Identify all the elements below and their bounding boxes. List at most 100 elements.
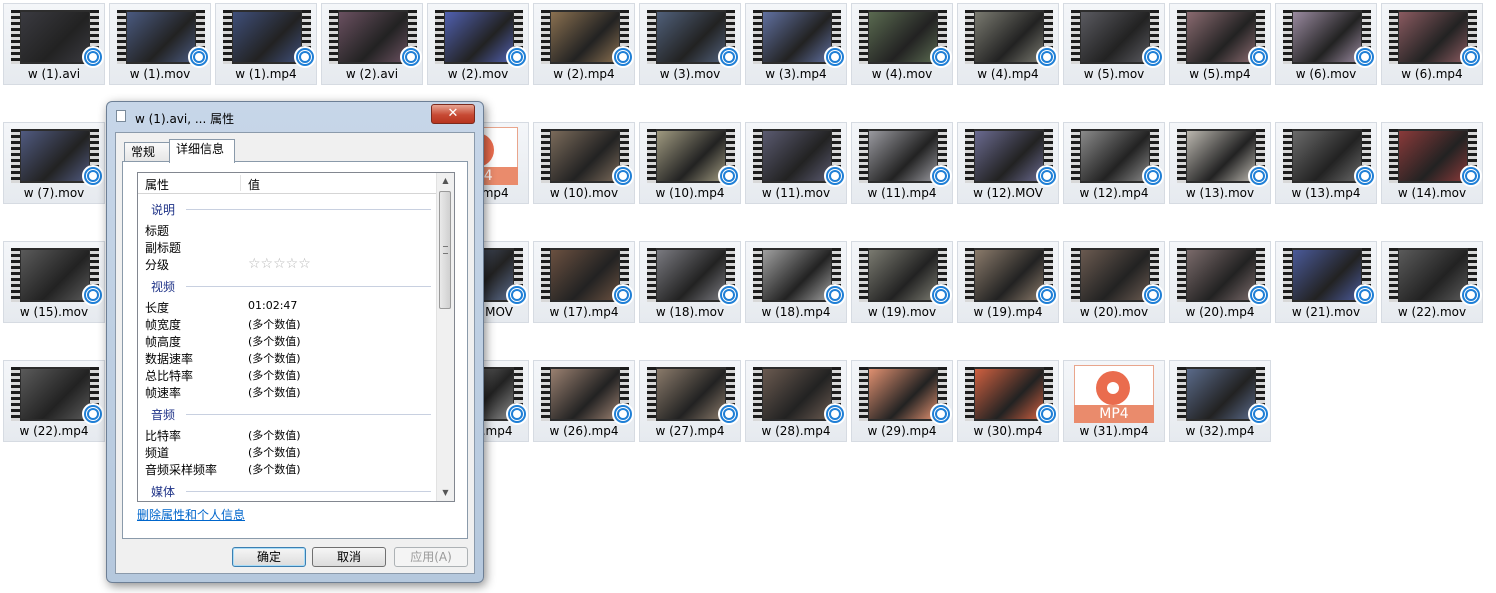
property-row-frame-rate[interactable]: 帧速率 (多个数值) (138, 384, 437, 401)
tab-general[interactable]: 常规 (124, 142, 170, 162)
media-player-badge-icon (824, 403, 846, 425)
file-item[interactable]: w (14).mov (1381, 122, 1483, 204)
vertical-scrollbar[interactable]: ▲ ▼ (436, 173, 454, 501)
media-player-badge-icon (930, 403, 952, 425)
file-item[interactable]: w (2).mp4 (533, 3, 635, 85)
file-name: w (6).mp4 (1401, 67, 1463, 81)
file-item[interactable]: w (17).mp4 (533, 241, 635, 323)
file-item[interactable]: w (10).mp4 (639, 122, 741, 204)
file-item[interactable]: w (15).mov (3, 241, 105, 323)
file-item[interactable]: w (19).mov (851, 241, 953, 323)
file-item[interactable]: w (22).mov (1381, 241, 1483, 323)
apply-button[interactable]: 应用(A) (394, 547, 468, 567)
property-row-subtitle[interactable]: 副标题 (138, 239, 437, 256)
file-item[interactable]: w (19).mp4 (957, 241, 1059, 323)
file-name: w (14).mov (1397, 186, 1467, 200)
file-item[interactable]: w (12).MOV (957, 122, 1059, 204)
media-player-badge-icon (1248, 403, 1270, 425)
file-item[interactable]: w (18).mov (639, 241, 741, 323)
ok-button[interactable]: 确定 (232, 547, 306, 567)
file-item[interactable]: w (2).avi (321, 3, 423, 85)
file-item[interactable]: w (7).mov (3, 122, 105, 204)
close-button[interactable]: ✕ (431, 104, 475, 124)
file-item[interactable]: w (1).mp4 (215, 3, 317, 85)
file-name: w (5).mov (1083, 67, 1145, 81)
rating-stars-icon[interactable]: ☆☆☆☆☆ (248, 256, 311, 272)
file-item[interactable]: w (11).mov (745, 122, 847, 204)
file-name: w (28).mp4 (761, 424, 831, 438)
file-item[interactable]: w (20).mov (1063, 241, 1165, 323)
property-row-rating[interactable]: 分级 ☆☆☆☆☆ (138, 256, 437, 273)
property-row-sample-rate[interactable]: 音频采样频率 (多个数值) (138, 461, 437, 478)
column-header-value[interactable]: 值 (248, 176, 260, 193)
property-row-frame-height[interactable]: 帧高度 (多个数值) (138, 333, 437, 350)
file-item[interactable]: w (20).mp4 (1169, 241, 1271, 323)
scroll-down-arrow-icon[interactable]: ▼ (437, 485, 454, 501)
property-row-total-bitrate[interactable]: 总比特率 (多个数值) (138, 367, 437, 384)
file-name: w (1).mov (129, 67, 191, 81)
file-item[interactable]: w (3).mov (639, 3, 741, 85)
file-item[interactable]: w (5).mp4 (1169, 3, 1271, 85)
file-item[interactable]: w (6).mp4 (1381, 3, 1483, 85)
property-row-length[interactable]: 长度 01:02:47 (138, 299, 437, 316)
property-row-bitrate[interactable]: 比特率 (多个数值) (138, 427, 437, 444)
media-player-badge-icon (612, 403, 634, 425)
file-item[interactable]: w (10).mov (533, 122, 635, 204)
file-item[interactable]: w (4).mov (851, 3, 953, 85)
file-name: w (2).avi (345, 67, 399, 81)
property-key: 分级 (145, 258, 170, 272)
tab-details[interactable]: 详细信息 (169, 139, 235, 163)
file-name: w (32).mp4 (1185, 424, 1255, 438)
file-item[interactable]: w (1).avi (3, 3, 105, 85)
file-item[interactable]: w (6).mov (1275, 3, 1377, 85)
file-item[interactable]: w (4).mp4 (957, 3, 1059, 85)
scrollbar-thumb[interactable] (439, 191, 451, 309)
media-player-badge-icon (1354, 46, 1376, 68)
file-item[interactable]: w (13).mp4 (1275, 122, 1377, 204)
file-name: w (29).mp4 (867, 424, 937, 438)
file-name: w (18).mp4 (761, 305, 831, 319)
file-name: w (18).mov (655, 305, 725, 319)
file-item[interactable]: w (11).mp4 (851, 122, 953, 204)
file-item[interactable]: w (2).mov (427, 3, 529, 85)
property-list[interactable]: 属性 值 说明 标题 副标题 分级 ☆☆☆☆☆ 视频 长度 01:02:47 帧… (137, 172, 455, 502)
property-key: 副标题 (145, 241, 182, 255)
file-item[interactable]: w (32).mp4 (1169, 360, 1271, 442)
file-item[interactable]: w (30).mp4 (957, 360, 1059, 442)
property-row-title[interactable]: 标题 (138, 222, 437, 239)
remove-properties-link[interactable]: 删除属性和个人信息 (137, 506, 245, 523)
media-player-badge-icon (1142, 165, 1164, 187)
file-item[interactable]: w (26).mp4 (533, 360, 635, 442)
property-row-data-rate[interactable]: 数据速率 (多个数值) (138, 350, 437, 367)
property-row-channels[interactable]: 频道 (多个数值) (138, 444, 437, 461)
file-item[interactable]: w (5).mov (1063, 3, 1165, 85)
media-player-badge-icon (400, 46, 422, 68)
cancel-button[interactable]: 取消 (312, 547, 386, 567)
media-player-badge-icon (824, 165, 846, 187)
media-player-badge-icon (930, 284, 952, 306)
file-item[interactable]: w (28).mp4 (745, 360, 847, 442)
file-item[interactable]: MP4 w (31).mp4 (1063, 360, 1165, 442)
file-item[interactable]: w (27).mp4 (639, 360, 741, 442)
file-item[interactable]: w (12).mp4 (1063, 122, 1165, 204)
property-row-frame-width[interactable]: 帧宽度 (多个数值) (138, 316, 437, 333)
file-icon (116, 110, 126, 122)
media-player-badge-icon (1354, 165, 1376, 187)
dialog-titlebar[interactable]: w (1).avi, ... 属性 ✕ (107, 102, 483, 130)
column-header-property[interactable]: 属性 (145, 176, 169, 193)
scroll-up-arrow-icon[interactable]: ▲ (437, 173, 454, 189)
property-key: 总比特率 (145, 369, 194, 383)
section-label: 音频 (151, 408, 176, 422)
file-name: w (1).mp4 (235, 67, 297, 81)
property-key: 频道 (145, 446, 170, 460)
file-item[interactable]: w (18).mp4 (745, 241, 847, 323)
column-separator[interactable] (240, 175, 241, 191)
file-item[interactable]: w (29).mp4 (851, 360, 953, 442)
file-item[interactable]: w (3).mp4 (745, 3, 847, 85)
file-name: w (30).mp4 (973, 424, 1043, 438)
file-item[interactable]: w (21).mov (1275, 241, 1377, 323)
file-item[interactable]: w (1).mov (109, 3, 211, 85)
file-item[interactable]: w (22).mp4 (3, 360, 105, 442)
media-player-badge-icon (1354, 284, 1376, 306)
file-item[interactable]: w (13).mov (1169, 122, 1271, 204)
